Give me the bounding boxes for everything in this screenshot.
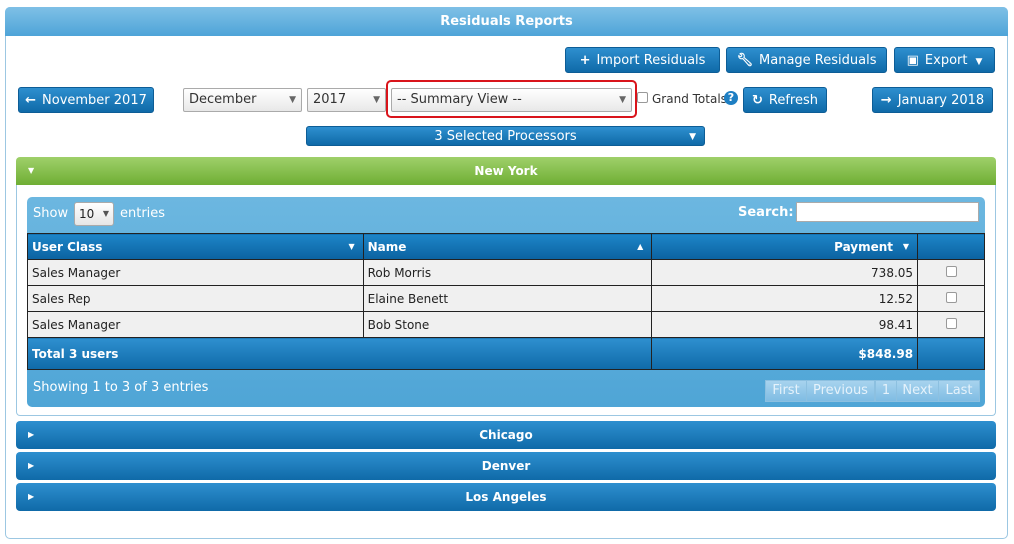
wrench-icon: 🔧︎	[736, 53, 754, 68]
chevron-down-icon: ▼	[289, 95, 296, 105]
cell-name: Rob Morris	[362, 259, 653, 286]
total-label: Total 3 users	[26, 337, 653, 370]
chevron-down-icon: ▼	[373, 95, 380, 105]
table-row: Sales Manager Rob Morris 738.05	[27, 259, 985, 286]
caret-down-icon: ▼	[975, 57, 983, 67]
section-header-los-angeles[interactable]: ▶ Los Angeles	[16, 483, 996, 511]
sort-desc-icon: ▼	[902, 242, 910, 251]
cell-payment: 12.52	[651, 285, 919, 312]
section-header-denver[interactable]: ▶ Denver	[16, 452, 996, 480]
cell-name: Bob Stone	[362, 311, 653, 338]
prev-month-button[interactable]: ← November 2017	[18, 87, 154, 113]
column-payment[interactable]: Payment ▼	[651, 233, 919, 260]
total-value: $848.98	[651, 337, 919, 370]
cell-user-class: Sales Manager	[27, 259, 364, 286]
row-checkbox[interactable]	[945, 291, 957, 303]
row-checkbox[interactable]	[945, 265, 957, 277]
arrow-right-icon: →	[880, 93, 892, 108]
section-header-active[interactable]: ▼ New York	[16, 157, 996, 185]
users-table: User Class ▼ Name ▲ Payment ▼ Sales Manager…	[26, 233, 985, 370]
row-checkbox[interactable]	[945, 317, 957, 329]
show-label: Show	[33, 206, 69, 221]
search-label: Search:	[738, 205, 794, 220]
grand-totals-label: Grand Totals	[652, 92, 727, 106]
cell-payment: 738.05	[651, 259, 919, 286]
entries-label: entries	[120, 206, 166, 221]
pager-previous[interactable]: Previous	[806, 380, 875, 402]
pager-page-1[interactable]: 1	[875, 380, 897, 402]
table-row: Sales Manager Bob Stone 98.41	[27, 311, 985, 338]
year-select[interactable]: 2017 ▼	[307, 88, 386, 112]
column-select	[917, 233, 985, 260]
cell-user-class: Sales Manager	[27, 311, 364, 338]
help-icon[interactable]: ?	[724, 91, 738, 105]
export-button[interactable]: ▣ Export ▼	[894, 47, 995, 73]
cell-payment: 98.41	[651, 311, 919, 338]
view-select-highlight	[386, 80, 637, 118]
cell-name: Elaine Benett	[362, 285, 653, 312]
section-header-chicago[interactable]: ▶ Chicago	[16, 421, 996, 449]
refresh-icon: ↻	[752, 93, 763, 108]
pager-first[interactable]: First	[765, 380, 807, 402]
triangle-right-icon: ▶	[28, 430, 35, 439]
save-icon: ▣	[906, 53, 919, 68]
pager-last[interactable]: Last	[938, 380, 980, 402]
sort-desc-icon: ▼	[348, 242, 355, 251]
search-input[interactable]	[796, 202, 979, 222]
refresh-button[interactable]: ↻ Refresh	[743, 87, 827, 113]
table-info: Showing 1 to 3 of 3 entries	[33, 380, 209, 395]
month-select[interactable]: December ▼	[183, 88, 302, 112]
cell-user-class: Sales Rep	[27, 285, 364, 312]
triangle-down-icon: ▼	[28, 166, 35, 175]
column-user-class[interactable]: User Class ▼	[27, 233, 364, 260]
import-residuals-button[interactable]: + Import Residuals	[565, 47, 720, 73]
next-month-button[interactable]: → January 2018	[872, 87, 993, 113]
grand-totals-checkbox[interactable]	[637, 92, 648, 103]
pager-next[interactable]: Next	[896, 380, 939, 402]
arrow-left-icon: ←	[25, 93, 37, 108]
entries-select[interactable]: 10 ▼	[74, 202, 114, 226]
chevron-down-icon: ▼	[102, 209, 109, 218]
column-name[interactable]: Name ▲	[362, 233, 653, 260]
sort-asc-icon: ▲	[637, 242, 644, 251]
triangle-right-icon: ▶	[28, 492, 35, 501]
processors-select[interactable]: 3 Selected Processors ▼	[306, 126, 705, 146]
triangle-right-icon: ▶	[28, 461, 35, 470]
table-row: Sales Rep Elaine Benett 12.52	[27, 285, 985, 312]
chevron-down-icon: ▼	[689, 132, 696, 142]
total-row: Total 3 users $848.98	[26, 337, 985, 370]
plus-icon: +	[579, 53, 591, 68]
page-title: Residuals Reports	[5, 7, 1008, 36]
manage-residuals-button[interactable]: 🔧︎ Manage Residuals	[726, 47, 887, 73]
